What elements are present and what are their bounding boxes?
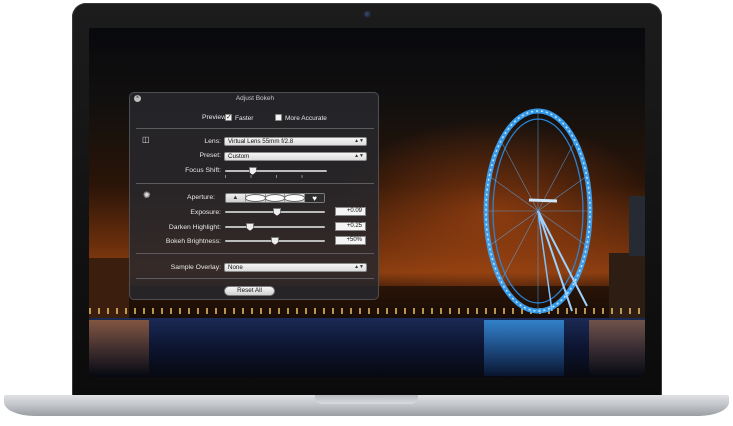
faster-checkbox[interactable] xyxy=(225,113,232,121)
focus-shift-knob[interactable] xyxy=(248,167,257,175)
panel-title: Adjust Bokeh xyxy=(235,95,275,102)
exposure-label: Exposure: xyxy=(190,209,221,216)
bokeh-brightness-knob[interactable] xyxy=(271,237,279,245)
circle-icon xyxy=(285,195,305,201)
preset-value: Custom xyxy=(228,153,250,160)
aperture-label: Aperture: xyxy=(187,194,215,201)
heart-icon: ♥ xyxy=(312,193,317,203)
separator xyxy=(136,278,374,279)
triangle-icon: ▲ xyxy=(232,195,239,201)
triangle-shape-button[interactable]: ▲ xyxy=(226,194,246,202)
circle-shape-button[interactable] xyxy=(265,194,286,202)
exposure-value[interactable]: +0.09 xyxy=(335,207,366,216)
bokeh-brightness-value[interactable]: +50% xyxy=(335,236,366,245)
updown-icon: ▲▼ xyxy=(354,264,364,270)
faster-label: Faster xyxy=(235,115,254,122)
lens-label: Lens: xyxy=(204,138,221,145)
bokeh-brightness-label: Bokeh Brightness: xyxy=(165,238,221,245)
heart-shape-button[interactable]: ♥ xyxy=(305,193,324,203)
sample-overlay-value: None xyxy=(228,264,243,271)
preset-label: Preset: xyxy=(199,152,221,159)
preview-label: Preview: xyxy=(201,114,228,121)
lens-select[interactable]: Virtual Lens 55mm f/2.8 ▲▼ xyxy=(224,137,367,146)
sample-overlay-select[interactable]: None ▲▼ xyxy=(224,263,367,272)
wheel-reflection xyxy=(484,320,564,376)
ferris-wheel xyxy=(483,108,593,314)
separator xyxy=(136,128,374,129)
light-reflection-right xyxy=(589,320,645,376)
aperture-shape-selector[interactable]: ▲ ♥ xyxy=(225,193,325,203)
reset-all-button[interactable]: Reset All xyxy=(224,286,275,296)
focus-shift-label: Focus Shift: xyxy=(185,167,221,174)
circle-icon xyxy=(245,195,265,201)
exposure-knob[interactable] xyxy=(273,208,281,216)
circle-shape-button[interactable] xyxy=(285,194,306,202)
tower-right xyxy=(629,196,645,256)
focus-shift-slider[interactable] xyxy=(225,170,327,172)
sample-overlay-label: Sample Overlay: xyxy=(170,264,221,271)
darken-highlight-slider[interactable] xyxy=(225,226,325,228)
separator xyxy=(136,253,374,254)
circle-icon xyxy=(265,195,285,201)
camera-icon xyxy=(364,11,371,18)
darken-highlight-knob[interactable] xyxy=(246,223,254,231)
circle-shape-button[interactable] xyxy=(245,194,266,202)
separator xyxy=(136,183,374,184)
more-accurate-checkbox[interactable] xyxy=(275,114,282,121)
updown-icon: ▲▼ xyxy=(354,153,364,159)
slider-ticks xyxy=(225,175,327,178)
more-accurate-label: More Accurate xyxy=(285,115,327,122)
darken-highlight-value[interactable]: +0.25 xyxy=(335,222,366,231)
adjust-bokeh-panel: × Adjust Bokeh Preview: Faster More Accu… xyxy=(129,92,379,300)
darken-highlight-label: Darken Highlight: xyxy=(168,224,221,231)
lid-opening-notch xyxy=(315,395,418,404)
updown-icon: ▲▼ xyxy=(354,138,364,144)
light-reflection-left xyxy=(89,320,149,376)
lens-value: Virtual Lens 55mm f/2.8 xyxy=(228,138,294,145)
preset-select[interactable]: Custom ▲▼ xyxy=(224,152,367,161)
